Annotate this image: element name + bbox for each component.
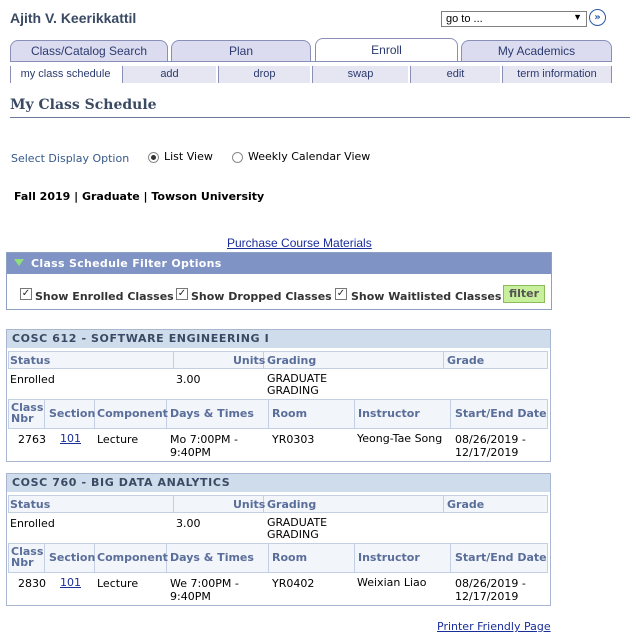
subtab-edit[interactable]: edit bbox=[410, 66, 500, 83]
show-enrolled-checkbox[interactable]: ✓ bbox=[20, 288, 32, 300]
show-dropped-label: Show Dropped Classes bbox=[191, 290, 332, 303]
grading-value: GRADUATE GRADING bbox=[267, 372, 328, 397]
column-divider bbox=[268, 399, 269, 429]
weekly-view-radio[interactable] bbox=[232, 152, 243, 163]
subtab-add[interactable]: add bbox=[122, 66, 216, 83]
component-header: Component bbox=[97, 551, 168, 564]
room-value: YR0402 bbox=[272, 577, 315, 590]
class-nbr-header: Class Nbr bbox=[11, 545, 44, 569]
column-divider bbox=[354, 399, 355, 429]
term-info: Fall 2019 | Graduate | Towson University bbox=[14, 190, 265, 203]
column-divider bbox=[173, 495, 174, 513]
show-enrolled-label: Show Enrolled Classes bbox=[35, 290, 174, 303]
subtab-drop[interactable]: drop bbox=[218, 66, 310, 83]
room-value: YR0303 bbox=[272, 433, 315, 446]
page-title: My Class Schedule bbox=[10, 97, 157, 113]
start-end-value: 08/26/2019 - 12/17/2019 bbox=[455, 577, 526, 603]
column-divider bbox=[44, 543, 45, 573]
collapse-triangle-icon[interactable] bbox=[14, 259, 24, 266]
status-value: Enrolled bbox=[10, 373, 55, 386]
status-value: Enrolled bbox=[10, 517, 55, 530]
grading-header: Grading bbox=[267, 498, 317, 511]
column-divider bbox=[173, 351, 174, 369]
units-value: 3.00 bbox=[176, 373, 201, 386]
weekly-view-label: Weekly Calendar View bbox=[248, 150, 371, 163]
start-end-header: Start/End Date bbox=[455, 407, 547, 420]
course-title: COSC 760 - BIG DATA ANALYTICS bbox=[7, 474, 550, 492]
room-header: Room bbox=[272, 407, 308, 420]
units-header: Units bbox=[233, 498, 266, 511]
days-times-header: Days & Times bbox=[170, 407, 254, 420]
units-header: Units bbox=[233, 354, 266, 367]
section-header: Section bbox=[49, 407, 96, 420]
goto-select-value: go to ... bbox=[446, 13, 483, 25]
days-times-value: Mo 7:00PM - 9:40PM bbox=[170, 433, 239, 459]
title-rule bbox=[10, 117, 630, 118]
instructor-value: Weixian Liao bbox=[357, 576, 427, 589]
room-header: Room bbox=[272, 551, 308, 564]
column-divider bbox=[44, 399, 45, 429]
grade-header: Grade bbox=[447, 498, 485, 511]
section-link[interactable]: 101 bbox=[60, 576, 81, 589]
column-divider bbox=[450, 543, 451, 573]
class-nbr-header: Class Nbr bbox=[11, 401, 44, 425]
section-link[interactable]: 101 bbox=[60, 432, 81, 445]
tab-plan[interactable]: Plan bbox=[171, 40, 311, 62]
section-header: Section bbox=[49, 551, 96, 564]
grading-header: Grading bbox=[267, 354, 317, 367]
status-header: Status bbox=[10, 498, 51, 511]
grade-header: Grade bbox=[447, 354, 485, 367]
show-dropped-checkbox[interactable]: ✓ bbox=[176, 288, 188, 300]
show-waitlisted-label: Show Waitlisted Classes bbox=[351, 290, 502, 303]
column-divider bbox=[268, 543, 269, 573]
column-divider bbox=[443, 351, 444, 369]
class-nbr-value: 2830 bbox=[18, 577, 46, 590]
instructor-header: Instructor bbox=[358, 407, 420, 420]
course-title: COSC 612 - SOFTWARE ENGINEERING I bbox=[7, 330, 550, 348]
grading-value: GRADUATE GRADING bbox=[267, 516, 328, 541]
student-name: Ajith V. Keerikkattil bbox=[10, 10, 137, 26]
goto-select[interactable]: go to ... ▼ bbox=[441, 11, 587, 27]
subtab-swap[interactable]: swap bbox=[312, 66, 408, 83]
instructor-header: Instructor bbox=[358, 551, 420, 564]
tab-class-catalog-search[interactable]: Class/Catalog Search bbox=[10, 40, 168, 62]
component-value: Lecture bbox=[97, 577, 139, 590]
subtab-my-class-schedule[interactable]: my class schedule bbox=[10, 66, 120, 83]
filter-button[interactable]: filter bbox=[503, 285, 545, 303]
chevron-down-icon: ▼ bbox=[573, 12, 582, 22]
start-end-header: Start/End Date bbox=[455, 551, 547, 564]
start-end-value: 08/26/2019 - 12/17/2019 bbox=[455, 433, 526, 459]
days-times-header: Days & Times bbox=[170, 551, 254, 564]
column-divider bbox=[354, 543, 355, 573]
display-option-label: Select Display Option bbox=[11, 152, 130, 165]
units-value: 3.00 bbox=[176, 517, 201, 530]
list-view-radio[interactable] bbox=[148, 152, 159, 163]
instructor-value: Yeong-Tae Song bbox=[357, 432, 443, 445]
component-header: Component bbox=[97, 407, 168, 420]
days-times-value: We 7:00PM - 9:40PM bbox=[170, 577, 239, 603]
filter-header[interactable]: Class Schedule Filter Options bbox=[7, 253, 551, 274]
column-divider bbox=[443, 495, 444, 513]
status-header: Status bbox=[10, 354, 51, 367]
class-nbr-value: 2763 bbox=[18, 433, 46, 446]
subtab-term-information[interactable]: term information bbox=[502, 66, 612, 83]
show-waitlisted-checkbox[interactable]: ✓ bbox=[335, 288, 347, 300]
tab-enroll[interactable]: Enroll bbox=[315, 38, 458, 62]
list-view-label: List View bbox=[164, 150, 213, 163]
purchase-course-materials-link[interactable]: Purchase Course Materials bbox=[227, 236, 372, 250]
column-divider bbox=[450, 399, 451, 429]
tab-divider bbox=[10, 61, 612, 62]
tab-my-academics[interactable]: My Academics bbox=[461, 40, 612, 62]
component-value: Lecture bbox=[97, 433, 139, 446]
goto-button[interactable]: » bbox=[589, 9, 606, 26]
printer-friendly-link[interactable]: Printer Friendly Page bbox=[437, 620, 551, 633]
